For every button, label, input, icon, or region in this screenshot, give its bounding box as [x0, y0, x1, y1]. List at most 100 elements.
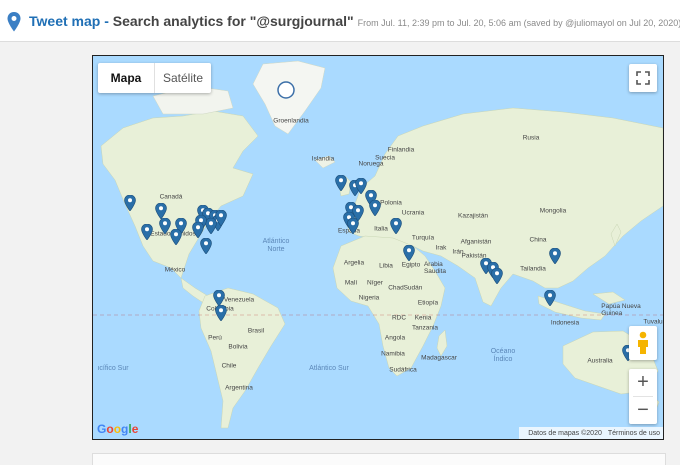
zoom-out-button[interactable]: −: [629, 397, 657, 424]
map-pin-icon: [124, 194, 136, 212]
tweet-location-marker[interactable]: [369, 199, 381, 217]
label-nigeria: Nigeria: [358, 294, 380, 302]
label-afganistan: Afganistán: [460, 238, 492, 246]
header-divider: [0, 41, 680, 42]
ocean-label-indian: Océano Índico: [490, 348, 516, 363]
label-canada: Canadá: [159, 193, 183, 201]
header: Tweet map - Search analytics for "@surgj…: [0, 0, 680, 42]
label-indonesia: Indonesia: [550, 319, 580, 327]
label-angola: Angola: [384, 334, 406, 342]
map-pin-icon: [335, 174, 347, 192]
label-mali: Malí: [344, 279, 358, 287]
pegman-icon: [638, 331, 648, 354]
map-pin-icon: [369, 199, 381, 217]
search-title: Search analytics for "@surgjournal": [112, 13, 354, 29]
label-niger: Níger: [367, 279, 383, 287]
map-pin-icon: [549, 247, 561, 265]
map-pin-logo-icon: [7, 12, 21, 32]
label-etiopia: Etiopía: [417, 299, 439, 307]
label-tanzania: Tanzania: [411, 324, 439, 332]
label-sudafrica: Sudáfrica: [389, 366, 417, 374]
map-pin-icon: [215, 304, 227, 322]
label-bolivia: Bolivia: [228, 343, 248, 351]
label-irak: Irak: [435, 244, 447, 252]
map-pin-icon: [155, 202, 167, 220]
label-ucrania: Ucrania: [401, 209, 425, 217]
label-polonia: Polonia: [380, 199, 402, 207]
world-map-canvas[interactable]: [93, 56, 663, 439]
label-china: China: [529, 236, 547, 244]
tweet-location-marker[interactable]: [192, 221, 204, 239]
tweet-location-marker[interactable]: [200, 237, 212, 255]
zoom-in-button[interactable]: +: [629, 369, 657, 396]
map-pin-icon: [213, 289, 225, 307]
label-madagascar: Madagascar: [421, 354, 457, 362]
label-peru: Perú: [208, 334, 222, 342]
label-tuvalu: Tuvalu: [643, 318, 663, 326]
label-rdc: RDC: [391, 314, 407, 322]
tweet-location-marker[interactable]: [141, 223, 153, 241]
label-islandia: Islandia: [311, 155, 335, 163]
search-meta: From Jul. 11, 2:39 pm to Jul. 20, 5:06 a…: [357, 18, 680, 28]
title-separator: -: [100, 13, 113, 29]
map-pin-icon: [192, 221, 204, 239]
map-pin-icon: [544, 289, 556, 307]
label-rusia: Rusia: [522, 134, 540, 142]
tweet-location-marker[interactable]: [213, 289, 225, 307]
label-tailandia: Tailandia: [520, 265, 546, 273]
map-pin-icon: [491, 267, 503, 285]
tweet-location-marker[interactable]: [390, 217, 402, 235]
page-title: Tweet map - Search analytics for "@surgj…: [29, 13, 680, 29]
label-turquia: Turquía: [411, 234, 435, 242]
tweet-location-marker[interactable]: [347, 217, 359, 235]
street-view-pegman-button[interactable]: [629, 326, 657, 360]
map-pin-icon: [215, 209, 227, 227]
app-name-link[interactable]: Tweet map: [29, 13, 100, 29]
label-argentina: Argentina: [225, 384, 253, 392]
fullscreen-icon: [636, 71, 650, 85]
map-type-satellite-button[interactable]: Satélite: [155, 63, 211, 93]
zoom-control: + −: [629, 369, 657, 424]
label-mongolia: Mongolia: [539, 207, 567, 215]
label-brasil: Brasil: [247, 327, 265, 335]
label-arabia: Arabia Saudita: [423, 261, 447, 275]
tweet-location-marker[interactable]: [155, 202, 167, 220]
label-papua: Papúa Nueva Guinea: [601, 303, 641, 317]
map-pin-icon: [170, 228, 182, 246]
tweet-location-marker[interactable]: [549, 247, 561, 265]
label-sudan: Sudán: [403, 284, 423, 292]
label-venezuela: Venezuela: [223, 296, 255, 304]
map-container[interactable]: Atlántico Norte Océano Índico ıcífico Sur …: [92, 55, 664, 440]
map-attribution: Datos de mapas ©2020 Términos de uso: [519, 427, 663, 439]
ocean-label-pacific: ıcífico Sur: [97, 365, 129, 372]
tweet-location-marker[interactable]: [124, 194, 136, 212]
tweet-location-marker[interactable]: [170, 228, 182, 246]
tweet-location-marker[interactable]: [491, 267, 503, 285]
map-type-map-button[interactable]: Mapa: [98, 63, 155, 93]
tweet-location-marker[interactable]: [215, 209, 227, 227]
tweet-location-marker[interactable]: [403, 244, 415, 262]
map-data-attribution: Datos de mapas ©2020: [528, 429, 602, 437]
ocean-label-atlantic: Atlántico Norte: [262, 238, 290, 253]
label-argelia: Argelia: [343, 259, 365, 267]
terms-of-use-link[interactable]: Términos de uso: [608, 430, 660, 437]
google-logo[interactable]: Google: [97, 422, 138, 436]
label-australia: Australia: [587, 357, 613, 365]
tweet-location-marker[interactable]: [544, 289, 556, 307]
label-mexico: México: [164, 266, 186, 274]
label-finlandia: Finlandia: [387, 146, 415, 154]
map-pin-icon: [141, 223, 153, 241]
results-panel: [92, 453, 666, 465]
fullscreen-button[interactable]: [629, 64, 657, 92]
label-namibia: Namibia: [381, 350, 405, 358]
label-chile: Chile: [221, 362, 237, 370]
tweet-location-marker[interactable]: [215, 304, 227, 322]
map-pin-icon: [403, 244, 415, 262]
label-kenia: Kenia: [414, 314, 432, 322]
tweet-location-marker[interactable]: [335, 174, 347, 192]
label-chad: Chad: [388, 284, 404, 292]
map-pin-icon: [200, 237, 212, 255]
label-egipto: Egipto: [401, 261, 421, 269]
label-libia: Libia: [379, 262, 393, 270]
label-italia: Italia: [374, 225, 388, 233]
